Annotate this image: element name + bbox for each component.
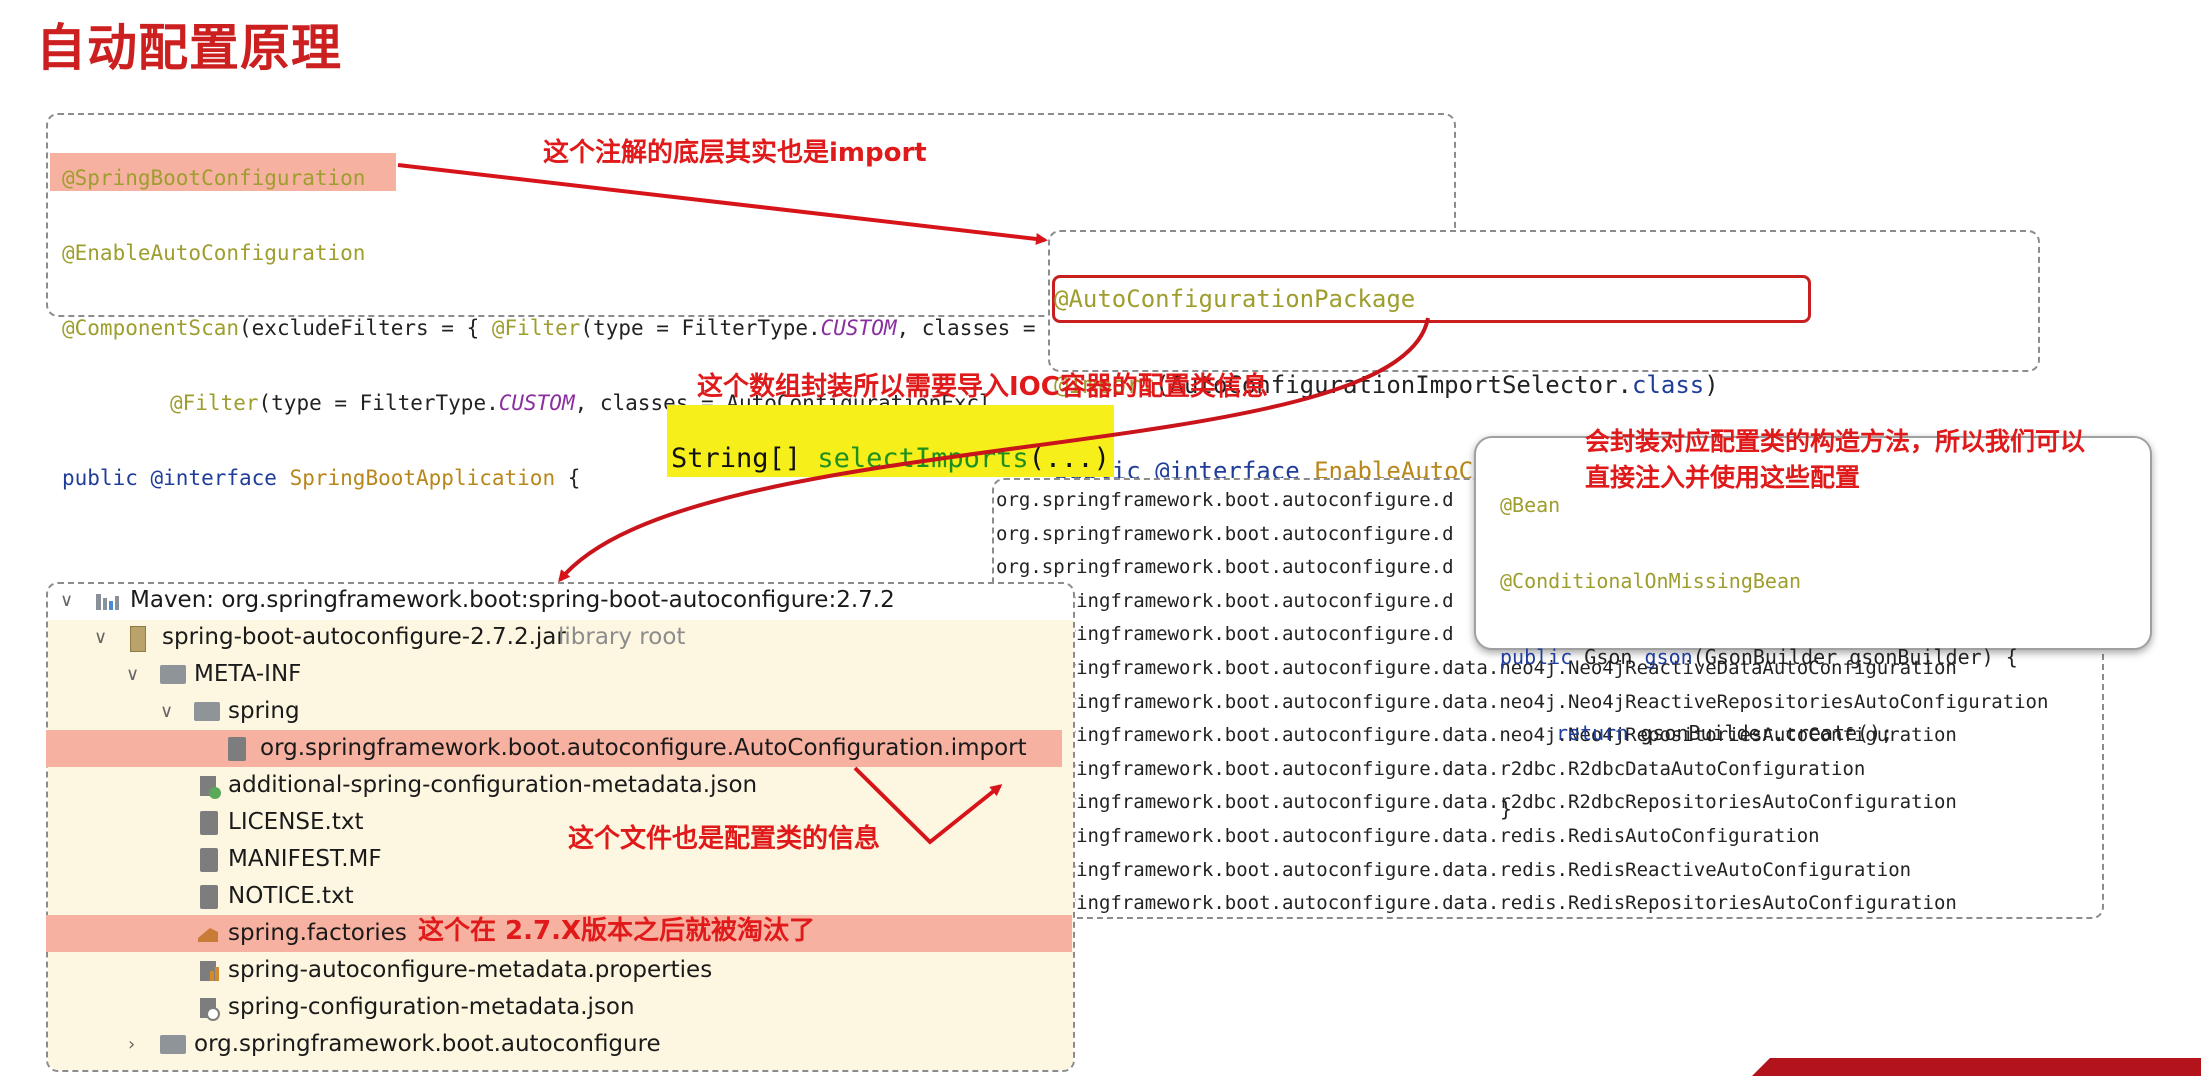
arrow-imports-file-to-list	[853, 766, 1003, 845]
arrow-import-to-tree	[558, 317, 1430, 583]
arrow-enable-to-import	[397, 163, 1048, 245]
arrows-overlay	[397, 163, 1430, 845]
